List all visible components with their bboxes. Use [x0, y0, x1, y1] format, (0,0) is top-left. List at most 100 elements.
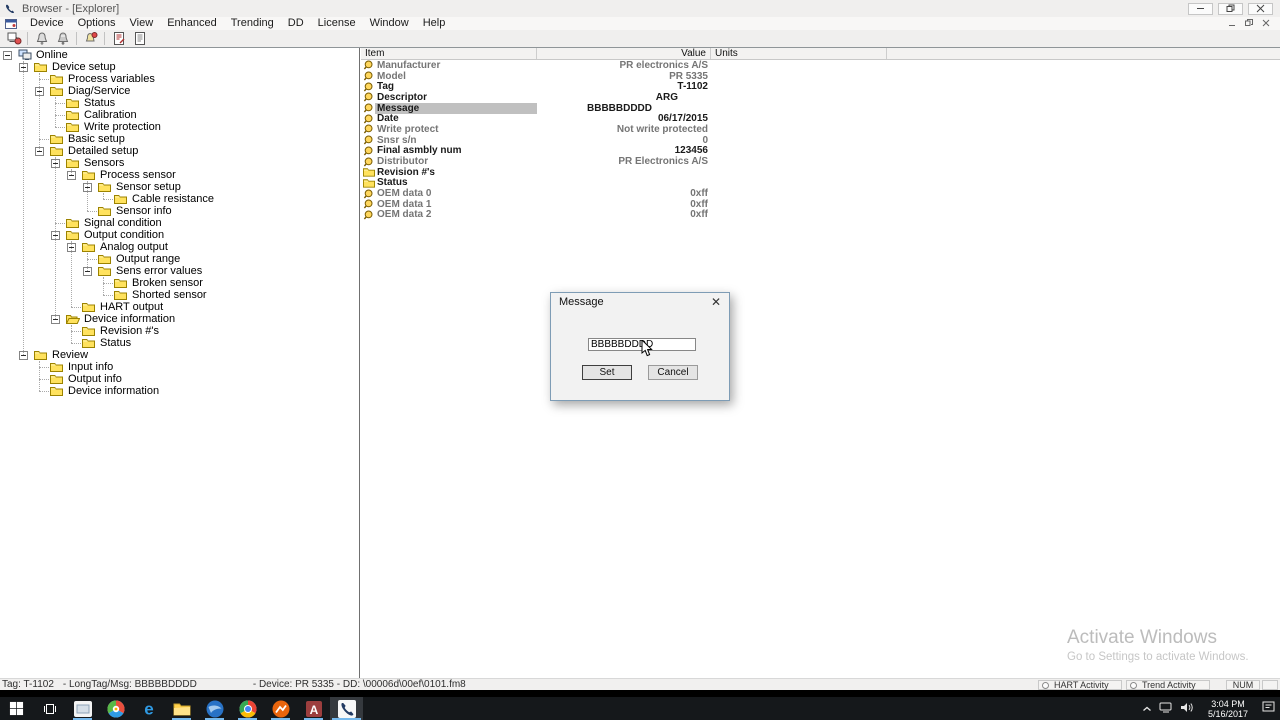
tree-item-output-range[interactable]: Output range — [0, 253, 359, 265]
collapse-toggle[interactable] — [67, 241, 82, 253]
document-icon[interactable] — [129, 31, 150, 46]
edge-browser-button[interactable]: e — [132, 697, 165, 720]
menu-license[interactable]: License — [311, 17, 363, 30]
tree-item-device-setup[interactable]: Device setup — [0, 61, 359, 73]
tree-item-status[interactable]: Status — [0, 337, 359, 349]
menu-device[interactable]: Device — [23, 17, 71, 30]
thunderbird-button[interactable] — [198, 697, 231, 720]
tree-item-signal-condition[interactable]: Signal condition — [0, 217, 359, 229]
upload-device-icon[interactable] — [52, 31, 73, 46]
tree-item-sens-error-values[interactable]: Sens error values — [0, 265, 359, 277]
tree-item-cable-resistance[interactable]: Cable resistance — [0, 193, 359, 205]
tree-item-sensor-setup[interactable]: Sensor setup — [0, 181, 359, 193]
action-center-icon[interactable] — [1262, 700, 1276, 718]
restore-button[interactable] — [1218, 2, 1243, 15]
collapse-toggle[interactable] — [67, 169, 82, 181]
grid-row-status[interactable]: Status — [361, 177, 1280, 188]
tree-item-sensor-info[interactable]: Sensor info — [0, 205, 359, 217]
grid-row-message[interactable]: Message BBBBBDDDD — [361, 102, 1280, 114]
grid-row-descriptor[interactable]: Descriptor ARG — [361, 92, 1280, 103]
collapse-toggle[interactable] — [3, 49, 18, 61]
menu-enhanced[interactable]: Enhanced — [160, 17, 224, 30]
grid-row-write-protect[interactable]: Write protect Not write protected — [361, 124, 1280, 135]
device-tree-pane[interactable]: Online Device setup Process variables Diag/… — [0, 48, 360, 679]
grid-row-revision-s[interactable]: Revision #'s — [361, 167, 1280, 178]
collapse-toggle[interactable] — [51, 157, 66, 169]
collapse-toggle[interactable] — [51, 229, 66, 241]
chrome-button[interactable] — [231, 697, 264, 720]
tree-item-review[interactable]: Review — [0, 349, 359, 361]
tree-item-basic-setup[interactable]: Basic setup — [0, 133, 359, 145]
tree-item-write-protection[interactable]: Write protection — [0, 121, 359, 133]
frame-app-button[interactable] — [66, 697, 99, 720]
tree-item-output-condition[interactable]: Output condition — [0, 229, 359, 241]
grid-row-oem-data-0[interactable]: OEM data 0 0xff — [361, 188, 1280, 199]
collapse-toggle[interactable] — [83, 265, 98, 277]
tree-item-process-variables[interactable]: Process variables — [0, 73, 359, 85]
cancel-button[interactable]: Cancel — [648, 365, 698, 380]
mdi-restore-button[interactable] — [1245, 18, 1253, 30]
grid-row-date[interactable]: Date 06/17/2015 — [361, 113, 1280, 124]
start-button[interactable] — [0, 697, 33, 720]
column-header-units[interactable]: Units — [711, 48, 887, 59]
grid-row-oem-data-2[interactable]: OEM data 2 0xff — [361, 209, 1280, 220]
mdi-minimize-button[interactable] — [1228, 18, 1236, 30]
access-button[interactable]: A — [297, 697, 330, 720]
tree-item-shorted-sensor[interactable]: Shorted sensor — [0, 289, 359, 301]
file-explorer-button[interactable] — [165, 697, 198, 720]
tray-chevron-up-icon[interactable] — [1142, 700, 1152, 718]
menu-dd[interactable]: DD — [281, 17, 311, 30]
tree-item-broken-sensor[interactable]: Broken sensor — [0, 277, 359, 289]
tree-item-process-sensor[interactable]: Process sensor — [0, 169, 359, 181]
close-button[interactable] — [1248, 2, 1273, 15]
hart-browser-button[interactable] — [330, 697, 363, 720]
column-header-value[interactable]: Value — [537, 48, 711, 59]
set-button[interactable]: Set — [582, 365, 632, 380]
taskbar-clock[interactable]: 3:04 PM 5/16/2017 — [1201, 699, 1255, 719]
tree-item-hart-output[interactable]: HART output — [0, 301, 359, 313]
tree-item-calibration[interactable]: Calibration — [0, 109, 359, 121]
grid-row-final-asmbly-num[interactable]: Final asmbly num 123456 — [361, 145, 1280, 156]
grid-row-tag[interactable]: Tag T-1102 — [361, 81, 1280, 92]
tree-item-diag-service[interactable]: Diag/Service — [0, 85, 359, 97]
tray-network-icon[interactable] — [1159, 700, 1173, 718]
minus-icon[interactable] — [3, 51, 12, 60]
column-header-item[interactable]: Item — [361, 48, 537, 59]
tree-item-device-information[interactable]: Device information — [0, 313, 359, 325]
tree-item-output-info[interactable]: Output info — [0, 373, 359, 385]
tree-item-online[interactable]: Online — [0, 49, 359, 61]
device-connect-icon[interactable] — [3, 31, 24, 46]
tree-item-status[interactable]: Status — [0, 97, 359, 109]
mdi-close-button[interactable] — [1262, 18, 1270, 30]
alarm-icon[interactable] — [80, 31, 101, 46]
menu-options[interactable]: Options — [71, 17, 123, 30]
grid-row-manufacturer[interactable]: Manufacturer PR electronics A/S — [361, 60, 1280, 71]
collapse-toggle[interactable] — [19, 349, 34, 361]
message-input[interactable] — [588, 338, 696, 351]
menu-trending[interactable]: Trending — [224, 17, 281, 30]
collapse-toggle[interactable] — [35, 145, 50, 157]
grid-row-distributor[interactable]: Distributor PR Electronics A/S — [361, 156, 1280, 167]
tree-item-device-information[interactable]: Device information — [0, 385, 359, 397]
tree-item-sensors[interactable]: Sensors — [0, 157, 359, 169]
collapse-toggle[interactable] — [83, 181, 98, 193]
tray-speaker-icon[interactable] — [1180, 700, 1194, 718]
dialog-close-icon[interactable]: ✕ — [708, 295, 724, 309]
minimize-button[interactable] — [1188, 2, 1213, 15]
collapse-toggle[interactable] — [19, 61, 34, 73]
grid-row-model[interactable]: Model PR 5335 — [361, 71, 1280, 82]
tree-item-revision-s[interactable]: Revision #'s — [0, 325, 359, 337]
paint-app-button[interactable] — [99, 697, 132, 720]
download-device-icon[interactable] — [31, 31, 52, 46]
menu-window[interactable]: Window — [363, 17, 416, 30]
grid-row-oem-data-1[interactable]: OEM data 1 0xff — [361, 199, 1280, 210]
edit-document-icon[interactable] — [108, 31, 129, 46]
tree-item-input-info[interactable]: Input info — [0, 361, 359, 373]
tree-item-analog-output[interactable]: Analog output — [0, 241, 359, 253]
task-view-button[interactable] — [33, 697, 66, 720]
menu-help[interactable]: Help — [416, 17, 453, 30]
collapse-toggle[interactable] — [35, 85, 50, 97]
orange-app-button[interactable] — [264, 697, 297, 720]
collapse-toggle[interactable] — [51, 313, 66, 325]
menu-view[interactable]: View — [123, 17, 161, 30]
